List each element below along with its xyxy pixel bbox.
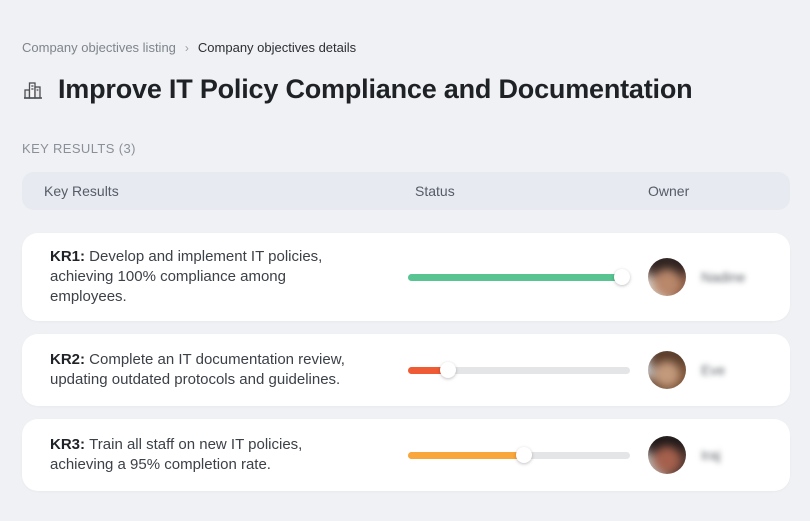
kr-description-text: Complete an IT documentation review, upd… bbox=[50, 351, 345, 388]
breadcrumb: Company objectives listing › Company obj… bbox=[22, 40, 790, 55]
progress-thumb[interactable] bbox=[516, 447, 532, 463]
kr-label: KR2: bbox=[50, 351, 89, 368]
kr-owner-cell: Iraj bbox=[648, 436, 790, 474]
key-results-section-label: KEY RESULTS (3) bbox=[22, 141, 790, 156]
page-title: Improve IT Policy Compliance and Documen… bbox=[58, 74, 692, 105]
kr-status-cell bbox=[408, 269, 648, 285]
key-result-row-kr1[interactable]: KR1: Develop and implement IT policies, … bbox=[22, 233, 790, 321]
objective-details-page: Company objectives listing › Company obj… bbox=[0, 0, 810, 491]
key-results-list: KR1: Develop and implement IT policies, … bbox=[22, 233, 790, 491]
key-result-row-kr2[interactable]: KR2: Complete an IT documentation review… bbox=[22, 334, 790, 406]
progress-slider[interactable] bbox=[408, 269, 631, 285]
progress-fill bbox=[408, 274, 622, 281]
breadcrumb-item-listing[interactable]: Company objectives listing bbox=[22, 40, 176, 55]
kr-description: KR1: Develop and implement IT policies, … bbox=[22, 247, 408, 307]
kr-owner-cell: Eve bbox=[648, 351, 790, 389]
table-header: Key Results Status Owner bbox=[22, 172, 790, 210]
kr-status-cell bbox=[408, 447, 648, 463]
avatar bbox=[648, 351, 686, 389]
owner-name: Iraj bbox=[701, 447, 720, 463]
owner-name: Eve bbox=[701, 362, 725, 378]
progress-slider[interactable] bbox=[408, 447, 631, 463]
kr-label: KR3: bbox=[50, 436, 89, 453]
column-header-owner: Owner bbox=[648, 183, 790, 199]
kr-description: KR3: Train all staff on new IT policies,… bbox=[22, 435, 408, 475]
kr-owner-cell: Nadine bbox=[648, 258, 790, 296]
avatar bbox=[648, 436, 686, 474]
kr-description: KR2: Complete an IT documentation review… bbox=[22, 350, 408, 390]
owner-name: Nadine bbox=[701, 269, 745, 285]
kr-label: KR1: bbox=[50, 248, 89, 265]
column-header-key-results: Key Results bbox=[22, 183, 408, 199]
kr-status-cell bbox=[408, 362, 648, 378]
column-header-status: Status bbox=[408, 183, 648, 199]
title-row: Improve IT Policy Compliance and Documen… bbox=[22, 74, 790, 105]
avatar bbox=[648, 258, 686, 296]
progress-fill bbox=[408, 452, 524, 459]
progress-thumb[interactable] bbox=[614, 269, 630, 285]
kr-description-text: Develop and implement IT policies, achie… bbox=[50, 248, 322, 305]
chevron-right-icon: › bbox=[185, 41, 189, 55]
key-result-row-kr3[interactable]: KR3: Train all staff on new IT policies,… bbox=[22, 419, 790, 491]
breadcrumb-item-details: Company objectives details bbox=[198, 40, 356, 55]
buildings-icon bbox=[22, 78, 46, 102]
progress-slider[interactable] bbox=[408, 362, 631, 378]
progress-thumb[interactable] bbox=[440, 362, 456, 378]
